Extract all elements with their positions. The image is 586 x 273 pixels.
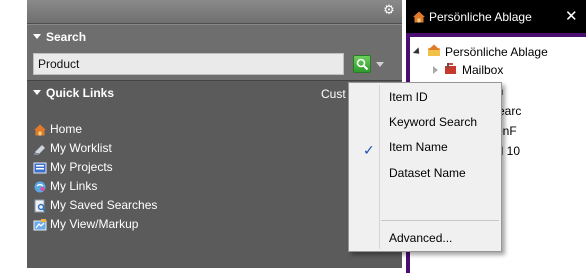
magnifier-icon <box>356 58 369 71</box>
view-markup-icon <box>33 218 47 232</box>
search-go-button[interactable] <box>353 55 371 73</box>
customize-link[interactable]: Cust <box>321 87 346 101</box>
quick-link-my-view-markup[interactable]: My View/Markup <box>33 215 157 234</box>
gear-icon[interactable]: ⚙ <box>382 3 396 17</box>
quick-link-label: My Saved Searches <box>50 198 158 212</box>
quick-links-list: Home My Worklist My Projects My Links My… <box>33 120 157 234</box>
collapse-triangle-icon <box>33 90 41 95</box>
quick-link-label: My Projects <box>50 160 113 174</box>
menu-separator <box>381 220 499 221</box>
menu-item-dataset-name[interactable]: Dataset Name <box>349 162 501 184</box>
quick-link-label: Home <box>50 122 83 136</box>
worklist-icon <box>33 142 47 156</box>
menu-item-item-id[interactable]: Item ID <box>349 86 501 108</box>
quick-links-header[interactable]: Quick Links <box>33 86 114 100</box>
projects-icon <box>33 161 47 175</box>
close-icon[interactable]: ✕ <box>565 7 578 25</box>
checkmark-icon: ✓ <box>363 142 375 158</box>
tree-node-label: Persönliche Ablage <box>445 44 548 59</box>
quick-links-header-label: Quick Links <box>46 86 115 100</box>
menu-item-keyword-search[interactable]: Keyword Search <box>349 111 501 133</box>
tree-node-root[interactable]: Persönliche Ablage <box>412 43 548 60</box>
search-input[interactable] <box>33 53 344 75</box>
search-type-menu: Item ID Keyword Search ✓ Item Name Datas… <box>348 82 502 252</box>
search-section: Search <box>27 24 402 80</box>
search-header-label: Search <box>46 30 87 44</box>
menu-item-item-name[interactable]: ✓ Item Name <box>349 136 501 158</box>
search-type-dropdown-arrow-icon[interactable] <box>376 62 384 67</box>
quick-link-home[interactable]: Home <box>33 120 157 139</box>
collapse-triangle-icon <box>33 34 41 39</box>
menu-item-label: Item Name <box>389 140 448 154</box>
tree-node-label: Mailbox <box>462 63 504 77</box>
quick-link-my-links[interactable]: My Links <box>33 177 157 196</box>
search-section-header[interactable]: Search <box>33 30 86 44</box>
home-folder-icon <box>412 10 426 27</box>
mailbox-icon <box>444 62 457 78</box>
navigation-panel: ⚙ Search Quick Links Cust Home <box>27 0 402 273</box>
saved-searches-icon <box>33 199 47 213</box>
tab-header[interactable]: Persönliche Ablage ✕ <box>406 0 586 33</box>
tab-title: Persönliche Ablage <box>429 10 532 24</box>
quick-link-my-projects[interactable]: My Projects <box>33 158 157 177</box>
quick-link-label: My Links <box>50 179 98 193</box>
tree-expanded-icon[interactable] <box>412 46 423 57</box>
quick-links-section: Quick Links Cust Home My Worklist My Pro… <box>27 80 402 268</box>
home-icon <box>33 123 47 137</box>
panel-toolbar: ⚙ <box>27 0 402 24</box>
quick-link-label: My View/Markup <box>50 217 139 231</box>
tree-node-mailbox[interactable]: Mailbox <box>433 62 503 78</box>
tree-collapsed-icon[interactable] <box>433 66 438 74</box>
menu-item-advanced[interactable]: Advanced... <box>349 227 501 249</box>
quick-link-my-saved-searches[interactable]: My Saved Searches <box>33 196 157 215</box>
home-folder-icon <box>427 43 441 60</box>
quick-link-label: My Worklist <box>50 141 112 155</box>
quick-link-my-worklist[interactable]: My Worklist <box>33 139 157 158</box>
links-icon <box>33 180 47 194</box>
